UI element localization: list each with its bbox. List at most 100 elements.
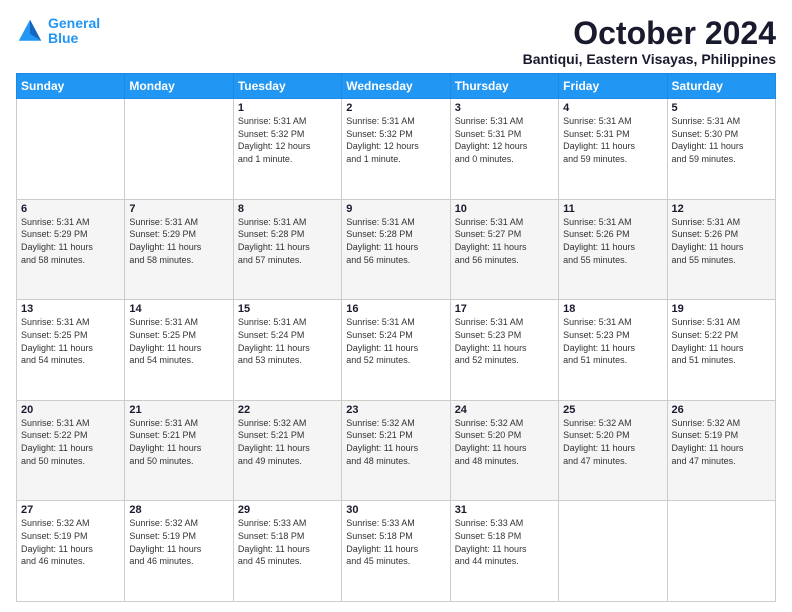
day-info: Sunrise: 5:33 AM Sunset: 5:18 PM Dayligh… [346,517,445,567]
calendar-cell: 12Sunrise: 5:31 AM Sunset: 5:26 PM Dayli… [667,199,775,300]
calendar-week-3: 13Sunrise: 5:31 AM Sunset: 5:25 PM Dayli… [17,300,776,401]
day-number: 13 [21,303,120,315]
day-number: 30 [346,504,445,516]
month-title: October 2024 [523,16,776,51]
calendar-cell: 22Sunrise: 5:32 AM Sunset: 5:21 PM Dayli… [233,400,341,501]
calendar-header-row: Sunday Monday Tuesday Wednesday Thursday… [17,74,776,99]
day-number: 23 [346,404,445,416]
calendar-cell: 21Sunrise: 5:31 AM Sunset: 5:21 PM Dayli… [125,400,233,501]
calendar-cell [667,501,775,602]
calendar-cell [17,99,125,200]
day-info: Sunrise: 5:31 AM Sunset: 5:31 PM Dayligh… [455,115,554,165]
day-info: Sunrise: 5:32 AM Sunset: 5:20 PM Dayligh… [455,417,554,467]
day-info: Sunrise: 5:31 AM Sunset: 5:23 PM Dayligh… [455,316,554,366]
day-info: Sunrise: 5:31 AM Sunset: 5:26 PM Dayligh… [563,216,662,266]
day-number: 1 [238,102,337,114]
day-number: 3 [455,102,554,114]
col-thursday: Thursday [450,74,558,99]
calendar-cell: 10Sunrise: 5:31 AM Sunset: 5:27 PM Dayli… [450,199,558,300]
calendar-cell: 4Sunrise: 5:31 AM Sunset: 5:31 PM Daylig… [559,99,667,200]
calendar-cell: 25Sunrise: 5:32 AM Sunset: 5:20 PM Dayli… [559,400,667,501]
day-info: Sunrise: 5:31 AM Sunset: 5:26 PM Dayligh… [672,216,771,266]
day-info: Sunrise: 5:31 AM Sunset: 5:31 PM Dayligh… [563,115,662,165]
day-number: 14 [129,303,228,315]
day-number: 31 [455,504,554,516]
calendar-cell: 7Sunrise: 5:31 AM Sunset: 5:29 PM Daylig… [125,199,233,300]
day-info: Sunrise: 5:31 AM Sunset: 5:30 PM Dayligh… [672,115,771,165]
day-number: 26 [672,404,771,416]
day-number: 19 [672,303,771,315]
col-monday: Monday [125,74,233,99]
day-number: 10 [455,203,554,215]
day-number: 17 [455,303,554,315]
calendar-week-2: 6Sunrise: 5:31 AM Sunset: 5:29 PM Daylig… [17,199,776,300]
day-info: Sunrise: 5:31 AM Sunset: 5:32 PM Dayligh… [346,115,445,165]
day-info: Sunrise: 5:32 AM Sunset: 5:21 PM Dayligh… [346,417,445,467]
location-subtitle: Bantiqui, Eastern Visayas, Philippines [523,51,776,67]
day-number: 21 [129,404,228,416]
day-number: 27 [21,504,120,516]
day-number: 6 [21,203,120,215]
day-number: 4 [563,102,662,114]
day-info: Sunrise: 5:31 AM Sunset: 5:32 PM Dayligh… [238,115,337,165]
day-number: 28 [129,504,228,516]
calendar-cell [125,99,233,200]
day-number: 7 [129,203,228,215]
col-tuesday: Tuesday [233,74,341,99]
day-number: 24 [455,404,554,416]
calendar-cell [559,501,667,602]
day-number: 9 [346,203,445,215]
day-info: Sunrise: 5:32 AM Sunset: 5:20 PM Dayligh… [563,417,662,467]
calendar-cell: 29Sunrise: 5:33 AM Sunset: 5:18 PM Dayli… [233,501,341,602]
calendar-cell: 19Sunrise: 5:31 AM Sunset: 5:22 PM Dayli… [667,300,775,401]
day-info: Sunrise: 5:31 AM Sunset: 5:21 PM Dayligh… [129,417,228,467]
day-number: 16 [346,303,445,315]
day-info: Sunrise: 5:32 AM Sunset: 5:19 PM Dayligh… [129,517,228,567]
calendar-cell: 1Sunrise: 5:31 AM Sunset: 5:32 PM Daylig… [233,99,341,200]
day-number: 11 [563,203,662,215]
day-info: Sunrise: 5:31 AM Sunset: 5:29 PM Dayligh… [21,216,120,266]
day-info: Sunrise: 5:33 AM Sunset: 5:18 PM Dayligh… [238,517,337,567]
day-info: Sunrise: 5:31 AM Sunset: 5:25 PM Dayligh… [21,316,120,366]
day-info: Sunrise: 5:32 AM Sunset: 5:21 PM Dayligh… [238,417,337,467]
logo: General Blue [16,16,100,47]
page: General Blue October 2024 Bantiqui, East… [0,0,792,612]
calendar-cell: 6Sunrise: 5:31 AM Sunset: 5:29 PM Daylig… [17,199,125,300]
col-sunday: Sunday [17,74,125,99]
day-info: Sunrise: 5:31 AM Sunset: 5:23 PM Dayligh… [563,316,662,366]
day-info: Sunrise: 5:31 AM Sunset: 5:28 PM Dayligh… [346,216,445,266]
calendar-cell: 13Sunrise: 5:31 AM Sunset: 5:25 PM Dayli… [17,300,125,401]
calendar-cell: 28Sunrise: 5:32 AM Sunset: 5:19 PM Dayli… [125,501,233,602]
calendar-cell: 31Sunrise: 5:33 AM Sunset: 5:18 PM Dayli… [450,501,558,602]
col-wednesday: Wednesday [342,74,450,99]
day-number: 15 [238,303,337,315]
calendar-cell: 30Sunrise: 5:33 AM Sunset: 5:18 PM Dayli… [342,501,450,602]
day-info: Sunrise: 5:32 AM Sunset: 5:19 PM Dayligh… [21,517,120,567]
day-info: Sunrise: 5:31 AM Sunset: 5:22 PM Dayligh… [21,417,120,467]
day-number: 20 [21,404,120,416]
day-info: Sunrise: 5:31 AM Sunset: 5:24 PM Dayligh… [238,316,337,366]
calendar-cell: 2Sunrise: 5:31 AM Sunset: 5:32 PM Daylig… [342,99,450,200]
day-info: Sunrise: 5:31 AM Sunset: 5:25 PM Dayligh… [129,316,228,366]
calendar-cell: 24Sunrise: 5:32 AM Sunset: 5:20 PM Dayli… [450,400,558,501]
calendar-cell: 27Sunrise: 5:32 AM Sunset: 5:19 PM Dayli… [17,501,125,602]
calendar-cell: 23Sunrise: 5:32 AM Sunset: 5:21 PM Dayli… [342,400,450,501]
calendar-week-1: 1Sunrise: 5:31 AM Sunset: 5:32 PM Daylig… [17,99,776,200]
title-block: October 2024 Bantiqui, Eastern Visayas, … [523,16,776,67]
day-info: Sunrise: 5:31 AM Sunset: 5:28 PM Dayligh… [238,216,337,266]
calendar-cell: 3Sunrise: 5:31 AM Sunset: 5:31 PM Daylig… [450,99,558,200]
calendar-cell: 18Sunrise: 5:31 AM Sunset: 5:23 PM Dayli… [559,300,667,401]
day-number: 22 [238,404,337,416]
calendar-cell: 8Sunrise: 5:31 AM Sunset: 5:28 PM Daylig… [233,199,341,300]
day-number: 25 [563,404,662,416]
day-info: Sunrise: 5:31 AM Sunset: 5:27 PM Dayligh… [455,216,554,266]
calendar-cell: 5Sunrise: 5:31 AM Sunset: 5:30 PM Daylig… [667,99,775,200]
calendar-cell: 17Sunrise: 5:31 AM Sunset: 5:23 PM Dayli… [450,300,558,401]
col-friday: Friday [559,74,667,99]
day-info: Sunrise: 5:31 AM Sunset: 5:24 PM Dayligh… [346,316,445,366]
day-info: Sunrise: 5:32 AM Sunset: 5:19 PM Dayligh… [672,417,771,467]
header: General Blue October 2024 Bantiqui, East… [16,16,776,67]
calendar-table: Sunday Monday Tuesday Wednesday Thursday… [16,73,776,602]
calendar-cell: 9Sunrise: 5:31 AM Sunset: 5:28 PM Daylig… [342,199,450,300]
day-number: 2 [346,102,445,114]
